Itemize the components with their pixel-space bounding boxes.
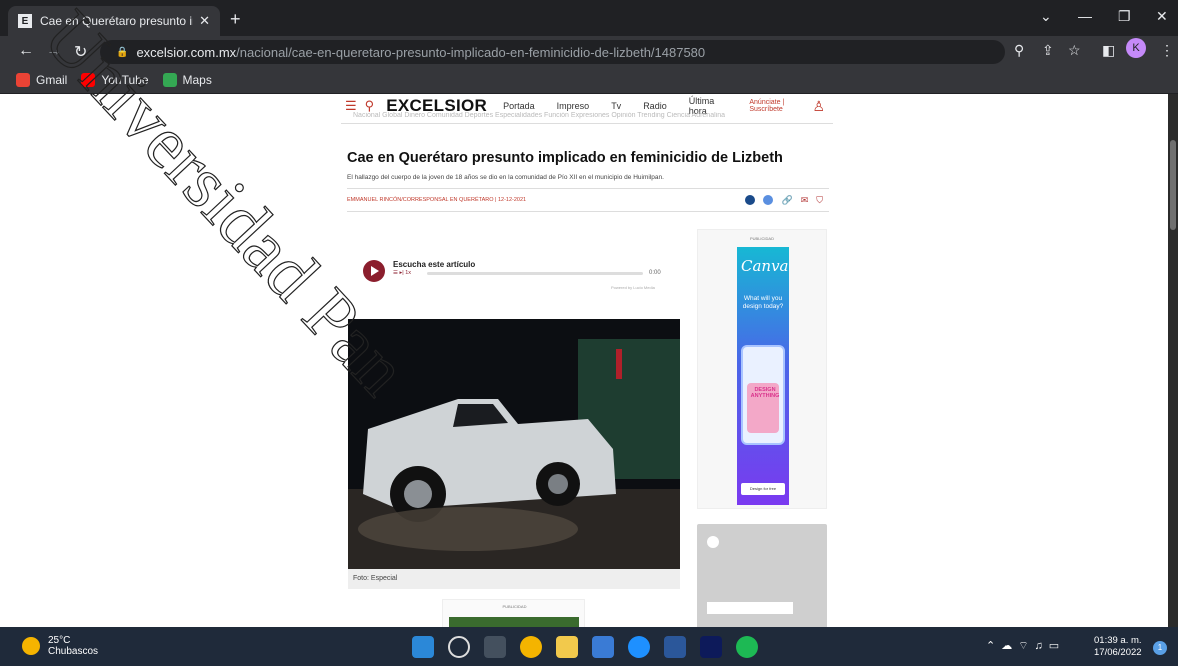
windows-taskbar: 25°C Chubascos ⌃☁⌔♫▭ 01:39 a. m. 17/06/2…: [0, 627, 1178, 666]
restore-icon[interactable]: ❐: [1118, 8, 1131, 25]
player-progress[interactable]: [427, 272, 643, 275]
weather-temp: 25°C: [48, 635, 71, 646]
player-speed[interactable]: ☰ ▸| 1x: [393, 270, 411, 276]
canva-ad[interactable]: Canva What will you design today? DESIGN…: [737, 247, 789, 505]
bookmark-star-icon[interactable]: ☆: [1068, 42, 1081, 59]
canva-design-button[interactable]: Design for free: [741, 483, 785, 495]
section-subnav[interactable]: Nacional Global Dinero Comunidad Deporte…: [341, 112, 833, 124]
youtube-icon: [81, 72, 96, 87]
link-icon[interactable]: 🔗: [781, 195, 792, 206]
save-bookmark-icon[interactable]: ⛉: [816, 195, 823, 206]
inline-ad[interactable]: PUBLICIDAD: [442, 599, 585, 627]
lock-icon[interactable]: 🔒: [116, 47, 128, 58]
tab-search-icon[interactable]: ⌄: [1040, 8, 1052, 25]
weather-icon: [22, 637, 40, 655]
clock-date: 17/06/2022: [1094, 647, 1142, 658]
share-buttons: 🔗 ✉ ⛉: [745, 194, 823, 206]
player-title: Escucha este artículo: [393, 260, 476, 269]
bookmark-maps[interactable]: Maps: [162, 72, 212, 87]
bookmark-gmail[interactable]: Gmail: [16, 72, 67, 87]
pickup-truck-photo: [348, 319, 680, 569]
help-icon[interactable]: [628, 636, 650, 658]
article-photo[interactable]: [348, 319, 680, 569]
task-view-icon[interactable]: [484, 636, 506, 658]
search-taskbar-icon[interactable]: [448, 636, 470, 658]
phone-text: DESIGN ANYTHING: [750, 387, 780, 400]
browser-toolbar: ← → ↻ 🔒 excelsior.com.mx /nacional/cae-e…: [0, 36, 1178, 66]
url-host: excelsior.com.mx: [136, 44, 237, 60]
nav-impreso[interactable]: Impreso: [557, 101, 590, 111]
clock[interactable]: 01:39 a. m. 17/06/2022: [1094, 635, 1142, 659]
canva-logo: Canva: [741, 257, 789, 275]
byline-bar: EMMANUEL RINCÓN/CORRESPONSAL EN QUERÉTAR…: [347, 188, 829, 212]
nav-radio[interactable]: Radio: [643, 101, 667, 111]
chrome-icon[interactable]: [520, 636, 542, 658]
profile-avatar[interactable]: K: [1126, 38, 1146, 58]
taskbar-apps: [412, 636, 758, 658]
notification-badge[interactable]: 1: [1153, 641, 1167, 655]
article-headline: Cae en Querétaro presunto implicado en f…: [347, 150, 783, 166]
nav-portada[interactable]: Portada: [503, 101, 535, 111]
file-explorer-icon[interactable]: [556, 636, 578, 658]
reload-icon[interactable]: ↻: [74, 42, 87, 62]
canva-question: What will you design today?: [742, 295, 784, 310]
player-time: 0:00: [649, 270, 661, 276]
play-button[interactable]: [363, 260, 385, 282]
close-tab-icon[interactable]: ✕: [199, 13, 210, 29]
word-icon[interactable]: [664, 636, 686, 658]
minimize-icon[interactable]: —: [1078, 8, 1092, 24]
phone-graphic: DESIGN ANYTHING: [741, 345, 785, 445]
article-byline[interactable]: EMMANUEL RINCÓN/CORRESPONSAL EN QUERÉTAR…: [347, 197, 526, 203]
scrollbar-thumb[interactable]: [1170, 140, 1176, 230]
share-icon[interactable]: ⇪: [1042, 42, 1054, 59]
page-viewport: ☰ ⚲ EXCELSIOR Portada Impreso Tv Radio Ú…: [0, 94, 1168, 627]
twitter-icon[interactable]: [763, 194, 774, 205]
excelsior-favicon: E: [18, 14, 32, 28]
gmail-icon: [16, 72, 30, 87]
zoom-icon[interactable]: ⚲: [1014, 42, 1024, 59]
start-icon[interactable]: [412, 636, 434, 658]
new-tab-icon[interactable]: +: [230, 9, 241, 30]
back-icon[interactable]: ←: [18, 42, 34, 60]
forward-icon[interactable]: →: [46, 42, 62, 60]
maps-icon: [162, 72, 177, 87]
side-panel-icon[interactable]: ◧: [1102, 42, 1115, 59]
tab-title: Cae en Querétaro presunto impli: [40, 14, 193, 28]
article-summary: El hallazgo del cuerpo de la joven de 18…: [347, 174, 664, 181]
address-bar[interactable]: 🔒 excelsior.com.mx /nacional/cae-en-quer…: [100, 40, 1005, 64]
weather-desc: Chubascos: [48, 646, 99, 657]
browser-tab[interactable]: E Cae en Querétaro presunto impli ✕: [8, 6, 220, 36]
close-window-icon[interactable]: ✕: [1156, 8, 1168, 25]
bookmark-youtube[interactable]: YouTube: [81, 72, 149, 87]
clock-time: 01:39 a. m.: [1094, 635, 1142, 646]
mail-icon[interactable]: ✉: [801, 195, 809, 206]
store-icon[interactable]: [592, 636, 614, 658]
account-links[interactable]: Anúnciate | Suscríbete: [749, 99, 808, 113]
browser-tabbar: E Cae en Querétaro presunto impli ✕ + ⌄ …: [0, 0, 1178, 36]
spotify-icon[interactable]: [736, 636, 758, 658]
menu-icon[interactable]: ⋮: [1160, 42, 1174, 59]
bookmarks-bar: Gmail YouTube Maps: [0, 66, 1178, 94]
audio-player: Escucha este artículo ☰ ▸| 1x 0:00 Power…: [361, 254, 671, 294]
disney-plus-icon[interactable]: [700, 636, 722, 658]
placeholder-ad[interactable]: [697, 524, 827, 627]
url-path: /nacional/cae-en-queretaro-presunto-impl…: [236, 44, 706, 60]
ad-label: PUBLICIDAD: [749, 236, 774, 241]
weather-widget[interactable]: 25°C Chubascos: [22, 635, 98, 657]
system-tray[interactable]: ⌃☁⌔♫▭: [986, 639, 1065, 653]
facebook-icon[interactable]: [745, 194, 756, 205]
nav-tv[interactable]: Tv: [611, 101, 621, 111]
player-powered: Powered by Lucio Media: [611, 285, 655, 290]
photo-caption: Foto: Especial: [348, 569, 680, 589]
